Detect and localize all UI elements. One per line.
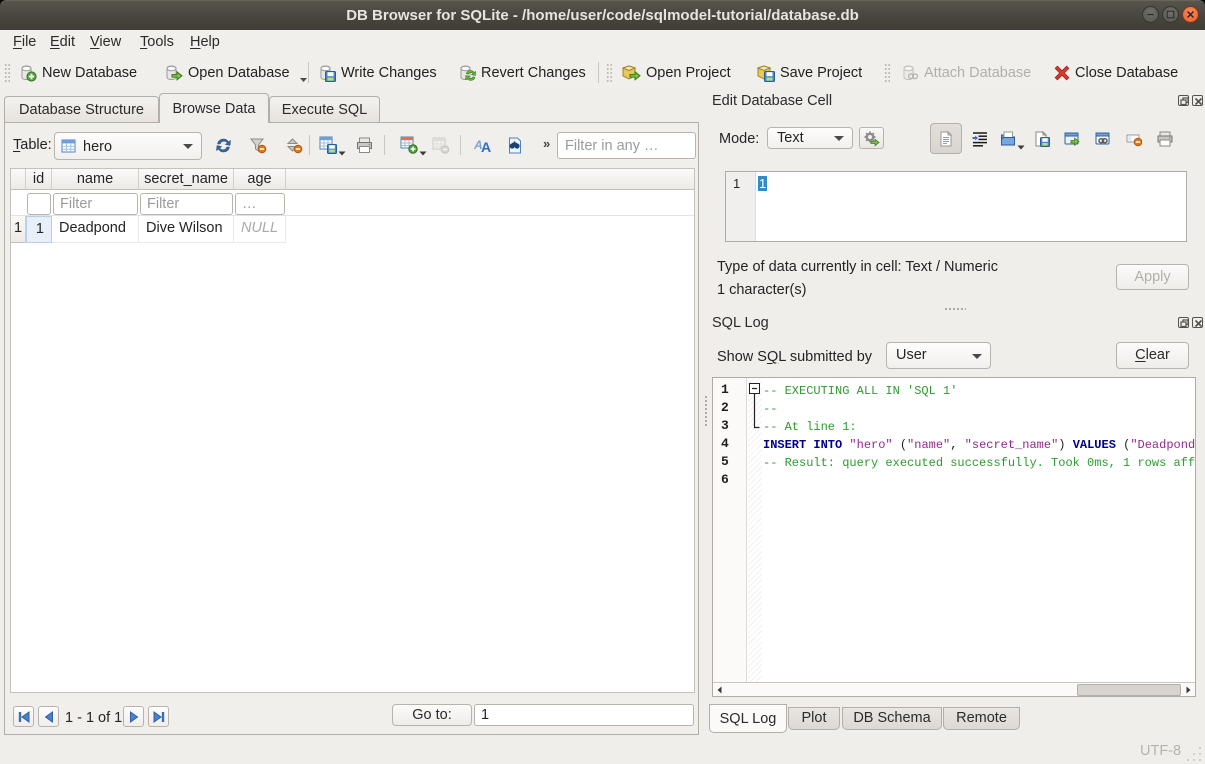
svg-text:A: A: [481, 139, 491, 154]
